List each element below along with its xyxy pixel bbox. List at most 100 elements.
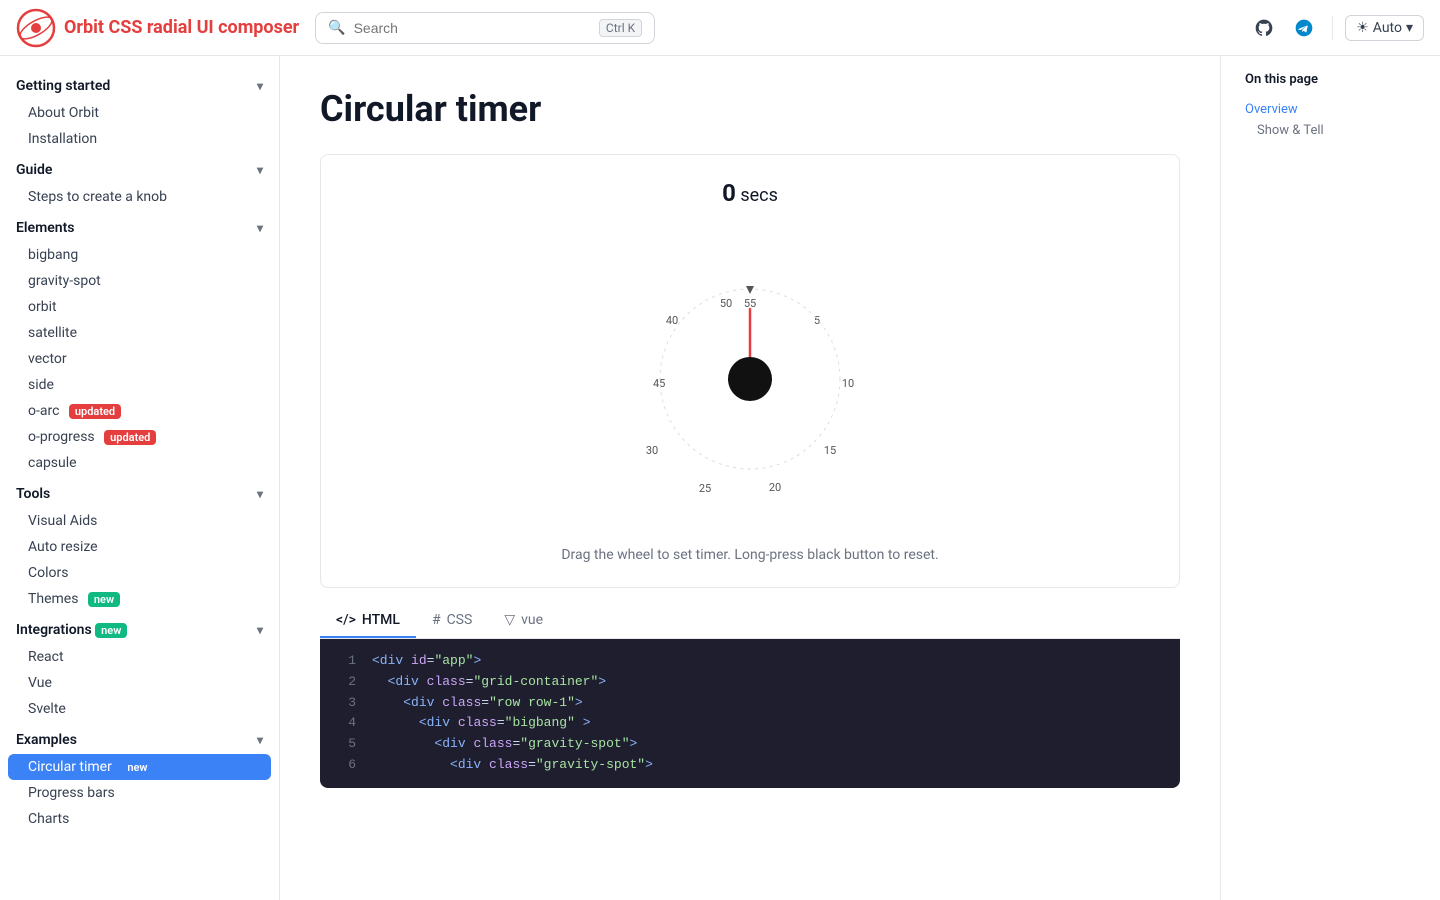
section-label: Examples: [16, 732, 77, 748]
sidebar-item-charts[interactable]: Charts: [0, 806, 279, 832]
right-sidebar: On this page Overview Show & Tell: [1220, 56, 1440, 900]
sidebar-item-about[interactable]: About Orbit: [0, 100, 279, 126]
section-label: Elements: [16, 220, 74, 236]
page-title: Circular timer: [320, 88, 1180, 130]
sidebar-item-steps[interactable]: Steps to create a knob: [0, 184, 279, 210]
section-header-tools[interactable]: Tools ▾: [0, 480, 279, 508]
section-tools: Tools ▾ Visual Aids Auto resize Colors T…: [0, 480, 279, 612]
demo-box: 0 secs 55 5 10 15 20 25 30 45: [320, 154, 1180, 588]
badge-new: new: [95, 623, 127, 638]
sidebar-item-themes[interactable]: Themes new: [0, 586, 279, 612]
svg-text:30: 30: [646, 444, 658, 457]
auto-mode-button[interactable]: ☀ Auto ▾: [1345, 15, 1424, 41]
timer-svg[interactable]: 55 5 10 15 20 25 30 45 40 50: [610, 239, 890, 519]
main-layout: Getting started ▾ About Orbit Installati…: [0, 56, 1440, 900]
sidebar-item-installation[interactable]: Installation: [0, 126, 279, 152]
section-header-getting-started[interactable]: Getting started ▾: [0, 72, 279, 100]
toc-item-overview[interactable]: Overview: [1245, 99, 1416, 120]
sun-icon: ☀: [1356, 20, 1369, 36]
section-guide: Guide ▾ Steps to create a knob: [0, 156, 279, 210]
toc-title: On this page: [1245, 72, 1416, 87]
chevron-icon: ▾: [257, 79, 263, 93]
sidebar-item-side[interactable]: side: [0, 372, 279, 398]
logo-icon: [16, 8, 56, 48]
search-icon: 🔍: [328, 20, 345, 36]
badge-new: new: [88, 592, 120, 607]
sidebar-item-bigbang[interactable]: bigbang: [0, 242, 279, 268]
kbd-shortcut: Ctrl K: [599, 19, 642, 37]
sidebar-item-capsule[interactable]: capsule: [0, 450, 279, 476]
logo[interactable]: Orbit CSS radial UI composer: [16, 8, 299, 48]
section-label: Integrations: [16, 622, 92, 638]
section-label: Tools: [16, 486, 50, 502]
search-bar[interactable]: 🔍 Ctrl K: [315, 12, 655, 44]
section-label: Getting started: [16, 78, 110, 94]
tab-vue[interactable]: ▽ vue: [488, 604, 559, 638]
section-integrations: Integrations new ▾ React Vue Svelte: [0, 616, 279, 722]
svg-text:5: 5: [814, 314, 820, 327]
svg-text:45: 45: [653, 377, 665, 390]
badge-updated: updated: [69, 404, 121, 419]
svg-text:20: 20: [769, 481, 781, 494]
code-tabs: </> HTML # CSS ▽ vue: [320, 604, 1180, 639]
svg-text:15: 15: [824, 444, 836, 457]
section-label: Guide: [16, 162, 52, 178]
github-icon[interactable]: [1248, 12, 1280, 44]
chevron-icon: ▾: [257, 623, 263, 637]
sidebar-item-auto-resize[interactable]: Auto resize: [0, 534, 279, 560]
section-header-examples[interactable]: Examples ▾: [0, 726, 279, 754]
badge-new: new: [121, 760, 153, 775]
tab-html[interactable]: </> HTML: [320, 604, 416, 638]
telegram-icon[interactable]: [1288, 12, 1320, 44]
code-line: 4 <div class="bigbang" >: [336, 713, 1164, 734]
tab-css[interactable]: # CSS: [416, 604, 488, 638]
timer-display: 0 secs: [345, 179, 1155, 207]
timer-unit: secs: [740, 185, 778, 206]
svg-text:40: 40: [666, 314, 678, 327]
code-line: 2 <div class="grid-container">: [336, 672, 1164, 693]
sidebar-item-satellite[interactable]: satellite: [0, 320, 279, 346]
sidebar-item-circular-timer[interactable]: Circular timer new: [8, 754, 271, 780]
sidebar-item-react[interactable]: React: [0, 644, 279, 670]
sidebar-item-svelte[interactable]: Svelte: [0, 696, 279, 722]
toc-link-overview[interactable]: Overview: [1245, 102, 1298, 117]
auto-label: Auto: [1373, 20, 1402, 36]
code-line: 5 <div class="gravity-spot">: [336, 734, 1164, 755]
chevron-icon: ▾: [257, 163, 263, 177]
timer-value: 0: [722, 179, 736, 207]
svg-text:10: 10: [842, 377, 854, 390]
sidebar-item-vector[interactable]: vector: [0, 346, 279, 372]
header-icons: ☀ Auto ▾: [1248, 12, 1424, 44]
section-examples: Examples ▾ Circular timer new Progress b…: [0, 726, 279, 832]
svg-text:50: 50: [720, 297, 732, 310]
sidebar-item-colors[interactable]: Colors: [0, 560, 279, 586]
sidebar-item-progress-bars[interactable]: Progress bars: [0, 780, 279, 806]
main-content: Circular timer 0 secs 55 5 10 15 20: [280, 56, 1220, 900]
code-line: 6 <div class="gravity-spot">: [336, 755, 1164, 776]
html-icon: </>: [336, 612, 356, 628]
toc-item-show-tell[interactable]: Show & Tell: [1245, 120, 1416, 141]
code-line: 1<div id="app">: [336, 651, 1164, 672]
svg-text:25: 25: [699, 482, 711, 495]
chevron-icon: ▾: [257, 221, 263, 235]
logo-label: Orbit CSS radial UI composer: [64, 17, 299, 38]
sidebar: Getting started ▾ About Orbit Installati…: [0, 56, 280, 900]
header: Orbit CSS radial UI composer 🔍 Ctrl K ☀ …: [0, 0, 1440, 56]
sidebar-item-gravity-spot[interactable]: gravity-spot: [0, 268, 279, 294]
section-header-elements[interactable]: Elements ▾: [0, 214, 279, 242]
css-icon: #: [432, 612, 441, 628]
chevron-down-icon: ▾: [1406, 20, 1413, 36]
sidebar-item-vue[interactable]: Vue: [0, 670, 279, 696]
section-elements: Elements ▾ bigbang gravity-spot orbit sa…: [0, 214, 279, 476]
section-header-guide[interactable]: Guide ▾: [0, 156, 279, 184]
section-header-integrations[interactable]: Integrations new ▾: [0, 616, 279, 644]
chevron-icon: ▾: [257, 487, 263, 501]
search-input[interactable]: [354, 20, 591, 36]
sidebar-item-o-arc[interactable]: o-arc updated: [0, 398, 279, 424]
sidebar-item-visual-aids[interactable]: Visual Aids: [0, 508, 279, 534]
sidebar-item-orbit[interactable]: orbit: [0, 294, 279, 320]
header-divider: [1332, 16, 1333, 40]
chevron-icon: ▾: [257, 733, 263, 747]
sidebar-item-o-progress[interactable]: o-progress updated: [0, 424, 279, 450]
timer-svg-wrapper[interactable]: 55 5 10 15 20 25 30 45 40 50: [345, 219, 1155, 539]
